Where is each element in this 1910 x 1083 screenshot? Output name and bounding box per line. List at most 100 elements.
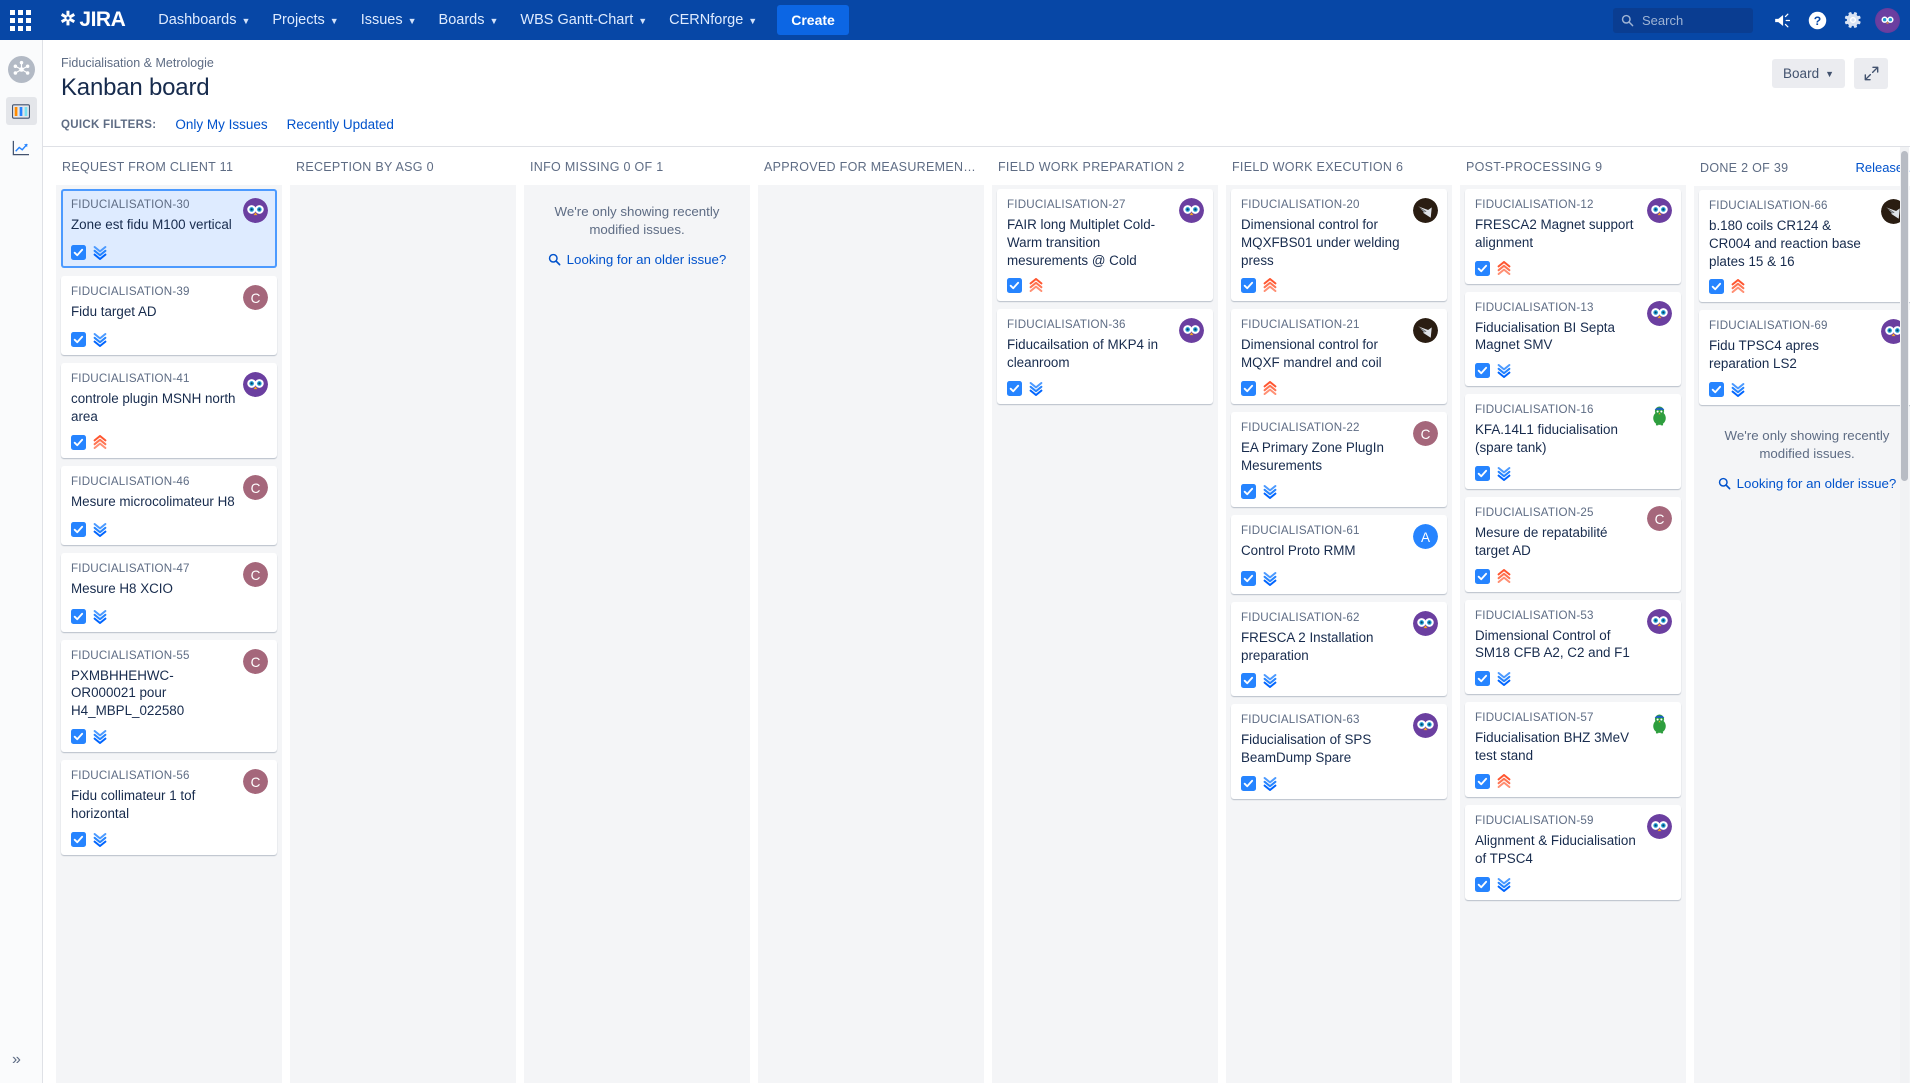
issue-card[interactable]: FIDUCIALISATION-69 Fidu TPSC4 apres repar… <box>1699 310 1910 406</box>
issue-card-footer <box>1709 382 1905 398</box>
issue-card[interactable]: FIDUCIALISATION-20 Dimensional control fo… <box>1231 189 1447 302</box>
assignee-avatar[interactable] <box>243 372 268 397</box>
jira-logo[interactable]: ✲ JIRA <box>60 8 126 32</box>
issue-card[interactable]: FIDUCIALISATION-27 FAIR long Multiplet Co… <box>997 189 1213 302</box>
vertical-scrollbar[interactable] <box>1900 147 1909 1083</box>
check-glyph-icon <box>1009 282 1020 290</box>
board-column: DONE 2 OF 39 Release... FIDUCIALISATION-66… <box>1690 147 1910 1083</box>
priority-high-icon <box>1731 279 1745 294</box>
assignee-avatar[interactable]: C <box>243 285 268 310</box>
priority-icon <box>1029 381 1043 397</box>
task-type-icon <box>1241 278 1256 294</box>
priority-high-icon <box>1497 260 1511 275</box>
sidebar-item-reports[interactable] <box>6 134 37 162</box>
owl-avatar-icon <box>1878 10 1897 30</box>
issue-card[interactable]: FIDUCIALISATION-66 b.180 coils CR124 & CR… <box>1699 190 1910 303</box>
issue-card[interactable]: FIDUCIALISATION-39 Fidu target AD C <box>61 276 277 355</box>
issue-card[interactable]: FIDUCIALISATION-57 Fiducialisation BHZ 3M… <box>1465 702 1681 797</box>
task-type-icon <box>71 521 86 537</box>
sidebar-project-avatar[interactable] <box>7 56 35 83</box>
assignee-avatar[interactable] <box>1647 608 1672 634</box>
issue-card[interactable]: FIDUCIALISATION-55 PXMBHHEHWC-OR000021 po… <box>61 639 277 753</box>
breadcrumb[interactable]: Fiducialisation & Metrologie <box>61 56 1888 70</box>
issue-card[interactable]: FIDUCIALISATION-47 Mesure H8 XCIO C <box>61 552 277 632</box>
assignee-avatar[interactable] <box>1647 813 1672 839</box>
help-button[interactable]: ? <box>1799 0 1835 40</box>
issue-key: FIDUCIALISATION-21 <box>1241 318 1360 332</box>
create-button[interactable]: Create <box>777 5 849 35</box>
issue-card[interactable]: FIDUCIALISATION-59 Alignment & Fiducialis… <box>1465 804 1681 900</box>
nav-item-projects[interactable]: Projects ▼ <box>261 0 349 40</box>
nav-item-dashboards[interactable]: Dashboards ▼ <box>147 0 261 40</box>
assignee-avatar[interactable]: C <box>1413 421 1438 447</box>
owl-avatar-icon <box>1179 198 1204 223</box>
issue-card[interactable]: FIDUCIALISATION-53 Dimensional Control of… <box>1465 599 1681 695</box>
issue-card[interactable]: FIDUCIALISATION-21 Dimensional control fo… <box>1231 309 1447 405</box>
issue-key: FIDUCIALISATION-53 <box>1475 608 1594 622</box>
initial-avatar-icon: C <box>243 561 268 587</box>
issue-card[interactable]: FIDUCIALISATION-13 Fiducialisation BI Sep… <box>1465 291 1681 387</box>
assignee-avatar[interactable]: C <box>1647 505 1672 531</box>
issue-card[interactable]: FIDUCIALISATION-22 EA Primary Zone PlugIn… <box>1231 412 1447 507</box>
jira-logo-text: JIRA <box>79 8 126 31</box>
scrollbar-thumb[interactable] <box>1901 151 1908 481</box>
issue-key: FIDUCIALISATION-61 <box>1241 523 1360 537</box>
issue-card[interactable]: FIDUCIALISATION-46 Mesure microcolimateur… <box>61 465 277 545</box>
search-input[interactable]: Search <box>1613 7 1753 33</box>
assignee-avatar[interactable]: C <box>243 769 268 795</box>
issue-card[interactable]: FIDUCIALISATION-56 Fidu collimateur 1 tof… <box>61 760 277 855</box>
priority-icon <box>1029 278 1043 293</box>
issue-card[interactable]: FIDUCIALISATION-25 Mesure de repatabilité… <box>1465 496 1681 592</box>
megaphone-button[interactable] <box>1763 0 1799 40</box>
issue-card[interactable]: FIDUCIALISATION-63 Fiducialisation of SPS… <box>1231 704 1447 800</box>
check-glyph-icon <box>73 835 84 843</box>
issue-card-footer <box>1241 278 1437 294</box>
issue-card-footer <box>71 521 267 537</box>
assignee-avatar[interactable] <box>243 198 268 223</box>
assignee-avatar[interactable]: C <box>243 648 268 674</box>
app-switcher-button[interactable] <box>0 0 40 40</box>
task-type-icon <box>1475 363 1490 379</box>
board-selector-button[interactable]: Board ▼ <box>1772 59 1845 88</box>
issue-card-footer <box>1241 381 1437 397</box>
nav-item-boards[interactable]: Boards ▼ <box>428 0 510 40</box>
assignee-avatar[interactable] <box>1413 198 1438 223</box>
assignee-avatar[interactable]: A <box>1413 523 1438 549</box>
sidebar-item-board[interactable] <box>5 97 37 125</box>
nav-item-wbs-gantt-chart[interactable]: WBS Gantt-Chart ▼ <box>509 0 658 40</box>
column-header-wrap: DONE 2 OF 39 Release... <box>1690 147 1910 186</box>
sidebar-expand-button[interactable]: » <box>12 1051 21 1069</box>
assignee-avatar[interactable]: C <box>243 474 268 500</box>
user-avatar[interactable] <box>1875 7 1900 33</box>
issue-card[interactable]: FIDUCIALISATION-62 FRESCA 2 Installation … <box>1231 601 1447 697</box>
settings-button[interactable] <box>1835 0 1871 40</box>
older-issue-link[interactable]: Looking for an older issue? <box>541 252 733 267</box>
fullscreen-button[interactable] <box>1854 58 1888 89</box>
owl-avatar-icon <box>1647 198 1672 223</box>
nav-item-issues[interactable]: Issues ▼ <box>350 0 428 40</box>
search-icon <box>1621 14 1634 26</box>
nav-item-cernforge[interactable]: CERNforge ▼ <box>658 0 768 40</box>
issue-card[interactable]: FIDUCIALISATION-41 controle plugin MSNH n… <box>61 363 277 458</box>
issue-card[interactable]: FIDUCIALISATION-12 FRESCA2 Magnet support… <box>1465 189 1681 284</box>
assignee-avatar[interactable] <box>1413 610 1438 636</box>
assignee-avatar[interactable] <box>1179 198 1204 223</box>
issue-card[interactable]: FIDUCIALISATION-36 Fiducailsation of MKP4… <box>997 309 1213 405</box>
reports-chart-icon <box>12 140 29 156</box>
older-issue-link[interactable]: Looking for an older issue? <box>1711 476 1903 491</box>
issue-key: FIDUCIALISATION-63 <box>1241 713 1360 727</box>
older-issue-link-label: Looking for an older issue? <box>566 251 727 267</box>
assignee-avatar[interactable] <box>1647 300 1672 326</box>
issue-card[interactable]: FIDUCIALISATION-61 Control Proto RMM A <box>1231 514 1447 594</box>
quick-filter-recently-updated[interactable]: Recently Updated <box>287 117 394 132</box>
assignee-avatar[interactable] <box>1647 198 1672 223</box>
assignee-avatar[interactable]: C <box>243 561 268 587</box>
board-header-actions: Board ▼ <box>1772 58 1888 89</box>
task-type-icon <box>1241 381 1256 397</box>
quick-filter-only-my-issues[interactable]: Only My Issues <box>175 117 267 132</box>
check-glyph-icon <box>1243 282 1254 290</box>
issue-card[interactable]: FIDUCIALISATION-30 Zone est fidu M100 ver… <box>61 189 277 268</box>
priority-high-icon <box>1263 278 1277 293</box>
priority-icon <box>93 729 107 745</box>
issue-card[interactable]: FIDUCIALISATION-16 KFA.14L1 fiducialisati… <box>1465 394 1681 489</box>
